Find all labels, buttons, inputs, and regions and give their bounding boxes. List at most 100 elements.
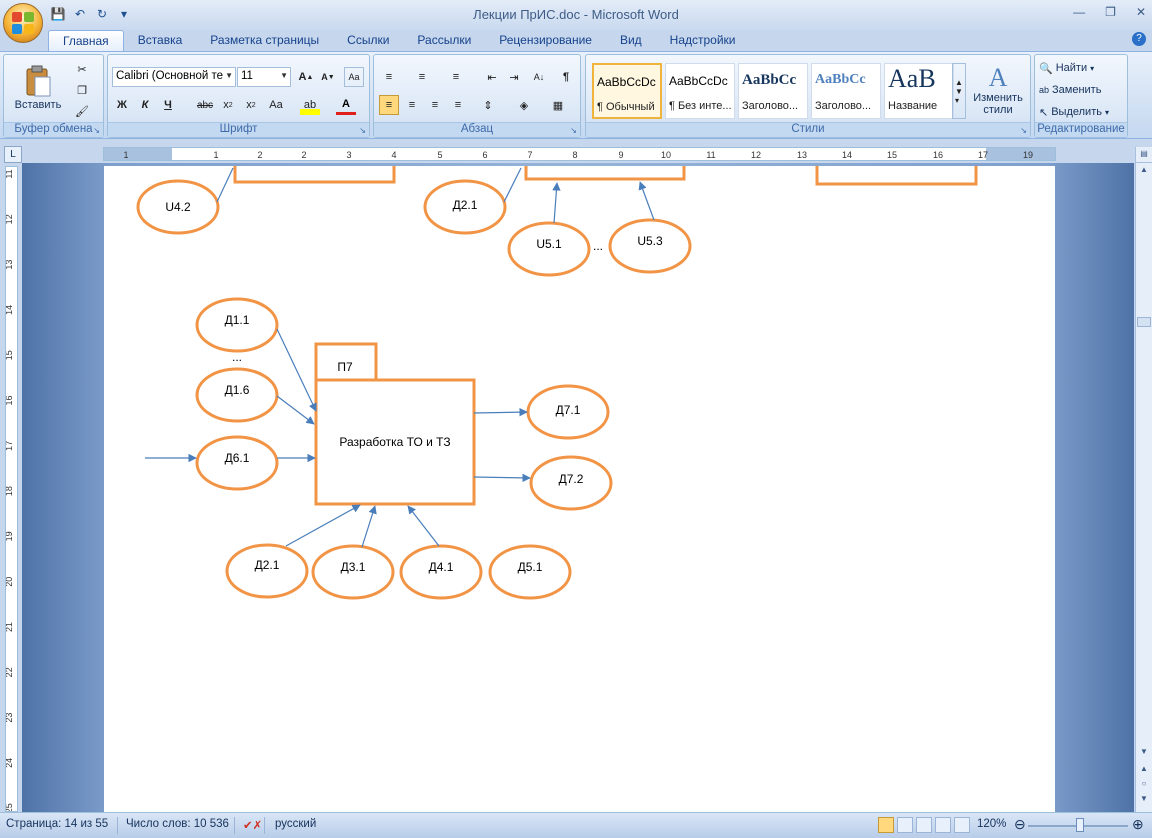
style-sample: AaB bbox=[888, 64, 936, 93]
increase-indent-icon[interactable]: ⇥ bbox=[504, 67, 524, 87]
language-indicator[interactable]: русский bbox=[275, 818, 316, 830]
paste-button[interactable]: Вставить bbox=[10, 57, 66, 119]
italic-icon[interactable]: К bbox=[135, 95, 155, 115]
paragraph-launcher-icon[interactable]: ↘ bbox=[570, 126, 577, 135]
styles-scroll-icon[interactable]: ▲ ▼ ▾ bbox=[952, 63, 966, 119]
find-button[interactable]: 🔍 Найти ▾ bbox=[1039, 59, 1094, 77]
decrease-indent-icon[interactable]: ⇤ bbox=[482, 67, 502, 87]
tab-references[interactable]: Ссылки bbox=[333, 30, 403, 52]
bold-icon[interactable]: Ж bbox=[112, 95, 132, 115]
replace-button[interactable]: ab Заменить bbox=[1039, 81, 1101, 99]
highlight-icon[interactable]: ab bbox=[300, 95, 320, 115]
strikethrough-icon[interactable]: abc bbox=[195, 95, 215, 115]
print-layout-icon[interactable] bbox=[878, 817, 894, 833]
tab-selector[interactable]: L bbox=[4, 146, 22, 163]
style-heading-2[interactable]: AaBbCc Заголово... bbox=[811, 63, 881, 119]
styles-group-label: Стили bbox=[586, 122, 1030, 137]
label-d1-6: Д1.6 bbox=[225, 383, 250, 397]
shading-icon[interactable]: ◈ bbox=[514, 95, 534, 115]
styles-launcher-icon[interactable]: ↘ bbox=[1020, 126, 1027, 135]
align-right-icon[interactable]: ≡ bbox=[425, 95, 445, 115]
horizontal-ruler[interactable]: 1 2 1 2 3 4 5 6 7 8 9 10 11 12 13 14 15 16 17 19 bbox=[103, 147, 1056, 161]
zoom-slider-thumb[interactable] bbox=[1076, 818, 1084, 832]
align-center-icon[interactable]: ≡ bbox=[402, 95, 422, 115]
process-box-partial bbox=[815, 166, 978, 186]
find-label: Найти bbox=[1055, 62, 1088, 74]
cut-icon[interactable]: ✂ bbox=[72, 59, 92, 79]
underline-icon[interactable]: Ч bbox=[158, 95, 178, 115]
page-indicator[interactable]: Страница: 14 из 55 bbox=[6, 818, 108, 830]
zoom-level[interactable]: 120% bbox=[977, 818, 1006, 830]
word-count[interactable]: Число слов: 10 536 bbox=[126, 818, 229, 830]
tab-insert[interactable]: Вставка bbox=[124, 30, 197, 52]
scroll-thumb[interactable] bbox=[1137, 317, 1151, 327]
sort-icon[interactable]: A↓ bbox=[529, 67, 549, 87]
process-name: Разработка ТО и ТЗ bbox=[339, 435, 450, 449]
bullets-icon[interactable]: ≡ bbox=[379, 67, 399, 87]
vertical-scrollbar[interactable]: ▤ ▲ ▼ ▲ ○ ▼ bbox=[1135, 147, 1152, 812]
draft-icon[interactable] bbox=[954, 817, 970, 833]
style-heading-1[interactable]: AaBbCc Заголово... bbox=[738, 63, 808, 119]
paste-label: Вставить bbox=[14, 99, 62, 111]
multilevel-list-icon[interactable]: ≡ bbox=[446, 67, 466, 87]
font-launcher-icon[interactable]: ↘ bbox=[359, 126, 366, 135]
clear-formatting-icon[interactable]: Aa bbox=[344, 67, 364, 87]
change-case-icon[interactable]: Aa bbox=[266, 95, 286, 115]
tab-addins[interactable]: Надстройки bbox=[656, 30, 750, 52]
tab-mailings[interactable]: Рассылки bbox=[403, 30, 485, 52]
shrink-font-icon[interactable]: A ▼ bbox=[318, 67, 338, 87]
tab-view[interactable]: Вид bbox=[606, 30, 656, 52]
outline-icon[interactable] bbox=[935, 817, 951, 833]
office-button[interactable] bbox=[3, 3, 43, 43]
label-left-dots: ... bbox=[232, 350, 242, 364]
ruler-tick-label: 16 bbox=[933, 150, 943, 160]
font-size-combo[interactable]: 11 ▼ bbox=[237, 67, 291, 87]
line-spacing-icon[interactable]: ⇕ bbox=[478, 95, 498, 115]
full-screen-reading-icon[interactable] bbox=[897, 817, 913, 833]
vertical-ruler[interactable]: 11 12 13 14 15 16 17 18 19 20 21 22 23 24 25 bbox=[5, 166, 18, 812]
zoom-in-icon[interactable]: ⊕ bbox=[1132, 816, 1144, 833]
borders-icon[interactable]: ▦ bbox=[548, 95, 568, 115]
style-normal[interactable]: AaBbCcDc ¶ Обычный bbox=[592, 63, 662, 119]
font-name-combo[interactable]: Calibri (Основной те ▼ bbox=[112, 67, 236, 87]
format-painter-icon[interactable]: 🖌 bbox=[72, 101, 92, 121]
binoculars-icon: 🔍 bbox=[1039, 62, 1053, 75]
minimize-icon[interactable]: — bbox=[1073, 5, 1085, 19]
previous-page-icon[interactable]: ▲ bbox=[1136, 764, 1152, 778]
style-no-spacing[interactable]: AaBbCcDc ¶ Без инте... bbox=[665, 63, 735, 119]
proofing-icon[interactable]: ✔✗ bbox=[243, 818, 262, 832]
scroll-down-icon[interactable]: ▼ bbox=[1136, 747, 1152, 761]
numbering-icon[interactable]: ≡ bbox=[412, 67, 432, 87]
copy-icon[interactable]: ❐ bbox=[72, 80, 92, 100]
tab-review[interactable]: Рецензирование bbox=[485, 30, 606, 52]
next-page-icon[interactable]: ▼ bbox=[1136, 794, 1152, 808]
justify-icon[interactable]: ≡ bbox=[448, 95, 468, 115]
document-page[interactable]: U4.2 Д2.1 U5.1 U5.3 ... П7 Разработка ТО… bbox=[104, 166, 1055, 812]
superscript-icon[interactable]: x2 bbox=[241, 95, 261, 115]
help-icon[interactable]: ? bbox=[1132, 32, 1146, 46]
pilcrow-icon[interactable]: ¶ bbox=[556, 67, 576, 87]
tab-home[interactable]: Главная bbox=[48, 30, 124, 52]
tab-page-layout[interactable]: Разметка страницы bbox=[196, 30, 333, 52]
select-browse-object-icon[interactable]: ○ bbox=[1136, 779, 1152, 793]
scroll-up-icon[interactable]: ▲ bbox=[1136, 165, 1152, 179]
styles-group: AaBbCcDc ¶ Обычный AaBbCcDc ¶ Без инте..… bbox=[585, 54, 1031, 138]
clipboard-launcher-icon[interactable]: ↘ bbox=[93, 126, 100, 135]
subscript-icon[interactable]: x2 bbox=[218, 95, 238, 115]
web-layout-icon[interactable] bbox=[916, 817, 932, 833]
paragraph-group: ≡ ≡ ≡ ⇤ ⇥ A↓ ¶ ≡ ≡ ≡ ≡ ⇕ ◈ ▦ Абзац ↘ bbox=[373, 54, 581, 138]
arrow bbox=[638, 181, 655, 221]
restore-icon[interactable]: ❐ bbox=[1105, 5, 1116, 19]
change-styles-button[interactable]: A Изменить стили bbox=[969, 59, 1027, 121]
align-left-icon[interactable]: ≡ bbox=[379, 95, 399, 115]
ruler-tick-label: 12 bbox=[6, 214, 14, 224]
grow-font-icon[interactable]: A ▲ bbox=[296, 67, 316, 87]
close-icon[interactable]: ✕ bbox=[1136, 5, 1146, 19]
font-color-icon[interactable]: A bbox=[336, 95, 356, 115]
style-title[interactable]: AaB Название bbox=[884, 63, 954, 119]
zoom-out-icon[interactable]: ⊖ bbox=[1014, 816, 1026, 833]
label-top-dots: ... bbox=[593, 239, 603, 253]
select-button[interactable]: ↖ Выделить ▾ bbox=[1039, 103, 1109, 121]
ruler-toggle-icon[interactable]: ▤ bbox=[1136, 149, 1152, 163]
ruler-tick-label: 24 bbox=[6, 758, 14, 768]
